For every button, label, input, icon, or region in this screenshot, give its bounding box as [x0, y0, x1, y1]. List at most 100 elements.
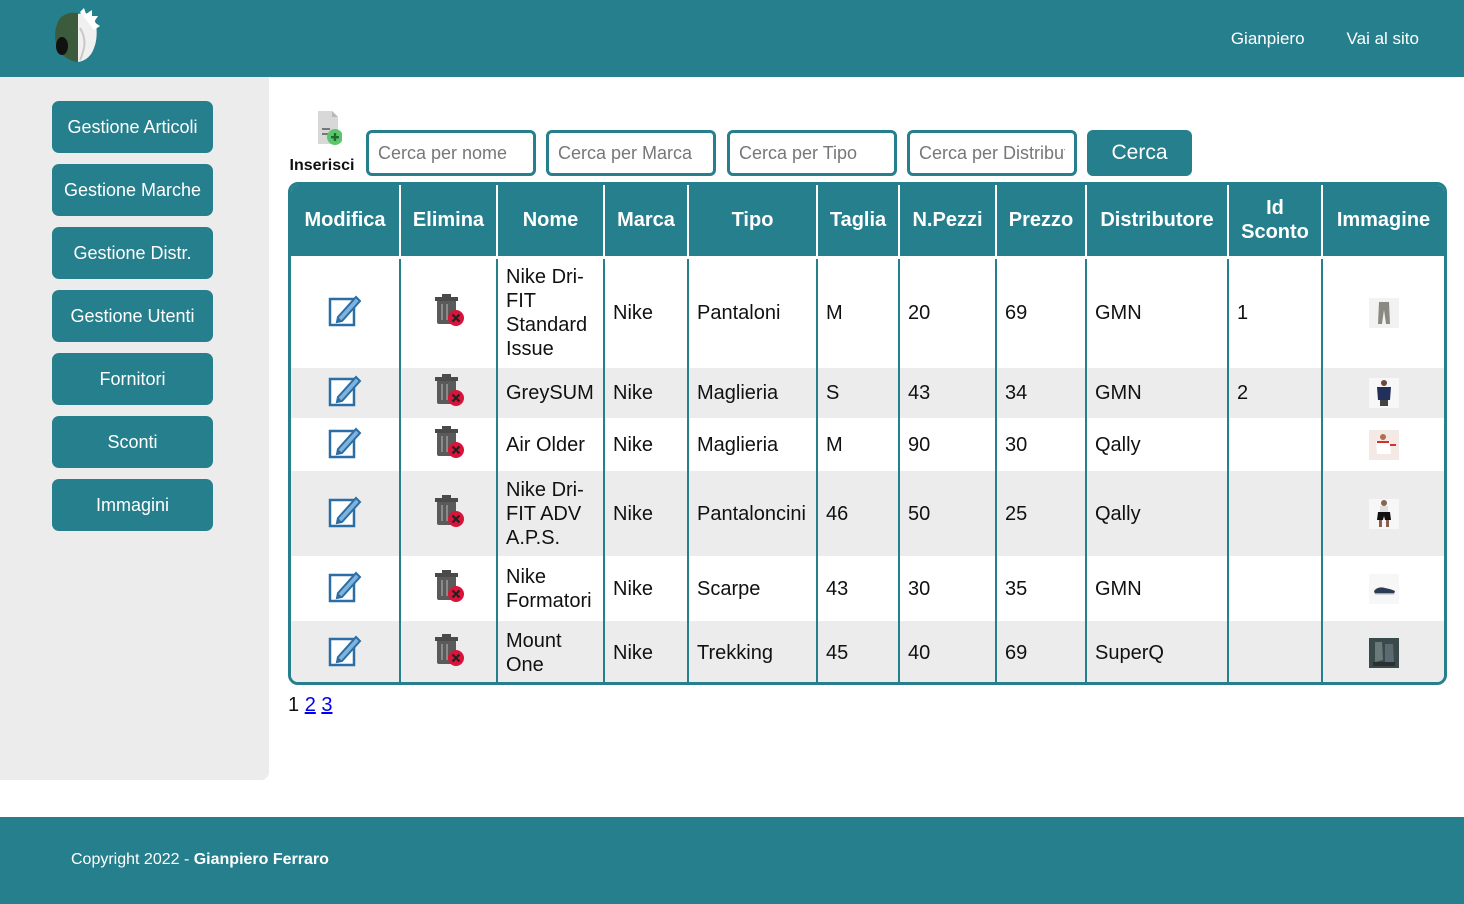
delete-icon[interactable]: [432, 374, 466, 413]
product-thumbnail[interactable]: [1368, 573, 1399, 604]
edit-cell: [291, 556, 401, 621]
product-thumbnail[interactable]: [1368, 637, 1399, 668]
delete-icon[interactable]: [432, 633, 466, 673]
product-image-cell: [1322, 257, 1444, 368]
logo-icon[interactable]: [50, 8, 102, 64]
cell-sconto: [1228, 556, 1323, 621]
col-header-prezzo: Prezzo: [996, 185, 1087, 259]
cell-taglia: 43: [817, 556, 900, 621]
footer-text: Copyright 2022 - Gianpiero Ferraro: [71, 851, 329, 869]
cell-tipo: Maglieria: [688, 368, 818, 418]
product-thumbnail[interactable]: [1368, 378, 1399, 408]
cell-distributore: GMN: [1086, 556, 1229, 621]
edit-icon[interactable]: [328, 375, 362, 412]
sidebar-item-gestione-marche[interactable]: Gestione Marche: [52, 164, 213, 216]
user-link[interactable]: Gianpiero: [1231, 29, 1305, 49]
cell-taglia: S: [817, 368, 900, 418]
cell-nome: GreySUM: [497, 368, 605, 418]
search-brand-input[interactable]: [546, 130, 716, 176]
edit-icon[interactable]: [328, 635, 362, 672]
edit-icon[interactable]: [328, 295, 362, 332]
delete-icon[interactable]: [432, 569, 466, 609]
col-header-id-sconto: Id Sconto: [1228, 185, 1323, 259]
cell-sconto: [1228, 621, 1323, 682]
product-thumbnail[interactable]: [1368, 429, 1399, 460]
insert-button[interactable]: Inserisci: [287, 108, 357, 175]
product-image-cell: [1322, 418, 1444, 471]
cell-taglia: 45: [817, 621, 900, 682]
cell-tipo: Scarpe: [688, 556, 818, 621]
cell-pezzi: 20: [899, 257, 997, 368]
cell-sconto: [1228, 418, 1323, 471]
sidebar-item-immagini[interactable]: Immagini: [52, 479, 213, 531]
edit-cell: [291, 257, 401, 368]
add-file-icon[interactable]: [302, 108, 343, 148]
search-distributor-input[interactable]: [907, 130, 1077, 176]
edit-icon[interactable]: [328, 496, 362, 533]
edit-icon[interactable]: [328, 427, 362, 464]
cell-prezzo: 25: [996, 471, 1087, 556]
cell-marca: Nike: [604, 257, 689, 368]
delete-icon[interactable]: [432, 294, 466, 333]
col-header-marca: Marca: [604, 185, 689, 259]
table-row: Nike Dri-FIT ADV A.P.S. Nike Pantaloncini 4…: [291, 471, 1444, 556]
cell-pezzi: 30: [899, 556, 997, 621]
sidebar-item-gestione-articoli[interactable]: Gestione Articoli: [52, 101, 213, 153]
product-thumbnail[interactable]: [1368, 298, 1399, 329]
table-row: Nike Formatori Nike Scarpe 43 30 35 GMN: [291, 556, 1444, 621]
cell-sconto: 1: [1228, 257, 1323, 368]
table-row: GreySUM Nike Maglieria S 43 34 GMN 2: [291, 368, 1444, 418]
cell-marca: Nike: [604, 556, 689, 621]
delete-cell: [400, 257, 498, 368]
page-link-2[interactable]: 2: [305, 694, 316, 716]
cell-tipo: Trekking: [688, 621, 818, 682]
product-thumbnail[interactable]: [1368, 498, 1399, 529]
pagination: 1 2 3: [288, 694, 333, 717]
cell-distributore: Qally: [1086, 471, 1229, 556]
cell-prezzo: 69: [996, 621, 1087, 682]
search-name-input[interactable]: [366, 130, 536, 176]
cell-distributore: GMN: [1086, 368, 1229, 418]
edit-cell: [291, 471, 401, 556]
sidebar-item-sconti[interactable]: Sconti: [52, 416, 213, 468]
cell-nome: Nike Dri-FIT Standard Issue: [497, 257, 605, 368]
footer: Copyright 2022 - Gianpiero Ferraro: [0, 817, 1464, 904]
cell-pezzi: 40: [899, 621, 997, 682]
cell-taglia: M: [817, 257, 900, 368]
footer-copyright: Copyright 2022 -: [71, 851, 194, 868]
delete-cell: [400, 471, 498, 556]
col-header-tipo: Tipo: [688, 185, 818, 259]
edit-icon[interactable]: [328, 571, 362, 608]
cell-taglia: M: [817, 418, 900, 471]
product-image-cell: [1322, 368, 1444, 418]
delete-cell: [400, 621, 498, 682]
cell-nome: Air Older: [497, 418, 605, 471]
cell-pezzi: 43: [899, 368, 997, 418]
delete-cell: [400, 556, 498, 621]
col-header-pezzi: N.Pezzi: [899, 185, 997, 259]
cell-marca: Nike: [604, 418, 689, 471]
articles-table: Modifica Elimina Nome Marca Tipo Taglia …: [288, 182, 1447, 685]
sidebar-item-gestione-utenti[interactable]: Gestione Utenti: [52, 290, 213, 342]
delete-icon[interactable]: [432, 425, 466, 465]
col-header-elimina: Elimina: [400, 185, 498, 259]
search-type-input[interactable]: [727, 130, 897, 176]
search-button[interactable]: Cerca: [1087, 130, 1192, 176]
sidebar-item-gestione-distr[interactable]: Gestione Distr.: [52, 227, 213, 279]
site-link[interactable]: Vai al sito: [1347, 29, 1419, 49]
cell-nome: Nike Dri-FIT ADV A.P.S.: [497, 471, 605, 556]
table-row: Air Older Nike Maglieria M 90 30 Qally: [291, 418, 1444, 471]
sidebar-item-fornitori[interactable]: Fornitori: [52, 353, 213, 405]
cell-prezzo: 69: [996, 257, 1087, 368]
page-link-3[interactable]: 3: [321, 694, 332, 716]
delete-icon[interactable]: [432, 494, 466, 534]
edit-cell: [291, 621, 401, 682]
col-header-immagine: Immagine: [1322, 185, 1444, 259]
cell-nome: Nike Formatori: [497, 556, 605, 621]
cell-tipo: Maglieria: [688, 418, 818, 471]
page-current: 1: [288, 694, 300, 716]
cell-distributore: GMN: [1086, 257, 1229, 368]
sidebar: Gestione Articoli Gestione Marche Gestio…: [0, 77, 269, 780]
cell-pezzi: 50: [899, 471, 997, 556]
delete-cell: [400, 368, 498, 418]
